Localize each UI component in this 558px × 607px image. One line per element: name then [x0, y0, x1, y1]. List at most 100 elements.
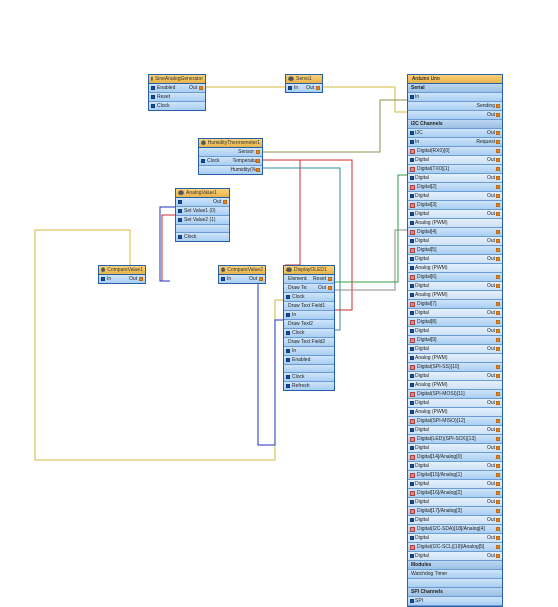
out-pin[interactable] — [496, 365, 500, 369]
out-pin[interactable] — [496, 230, 500, 234]
out-pin[interactable] — [496, 455, 500, 459]
out-pin[interactable] — [496, 347, 500, 351]
pin-row[interactable]: Out — [176, 198, 229, 207]
channel-row[interactable]: Digital[4] — [408, 228, 502, 237]
digital-row[interactable]: DigitalOut — [408, 327, 502, 336]
analog-row[interactable]: Analog (PWM) — [408, 264, 502, 273]
out-pin[interactable] — [496, 527, 500, 531]
out-pin[interactable] — [496, 194, 500, 198]
digital-row[interactable]: DigitalOut — [408, 516, 502, 525]
pin-row[interactable]: ClockTemperature — [199, 157, 262, 166]
digital-row[interactable]: DigitalOut — [408, 552, 502, 561]
out-pin[interactable] — [496, 140, 500, 144]
out-pin[interactable] — [316, 86, 320, 90]
node-compare2[interactable]: CompareValue2 InOut — [218, 265, 266, 284]
out-pin[interactable] — [496, 500, 500, 504]
out-pin[interactable] — [496, 104, 500, 108]
node-thermometer[interactable]: HumidityThermometer1 Sensor ClockTempera… — [198, 138, 263, 175]
out-pin[interactable] — [496, 212, 500, 216]
analog-row[interactable]: Analog (PWM) — [408, 291, 502, 300]
node-header[interactable]: SineAnalogGenerator — [149, 75, 205, 84]
digital-row[interactable]: DigitalOut — [408, 462, 502, 471]
out-pin[interactable] — [496, 392, 500, 396]
node-analog-value[interactable]: AnalogValue1 Out Set Value1 (0) Set Valu… — [175, 188, 230, 242]
digital-row[interactable]: DigitalOut — [408, 498, 502, 507]
out-pin[interactable] — [496, 509, 500, 513]
in-pin[interactable] — [178, 200, 182, 204]
digital-row[interactable]: DigitalOut — [408, 255, 502, 264]
pin-row[interactable]: Draw Text Field2 — [284, 338, 334, 347]
digital-row[interactable]: DigitalOut — [408, 399, 502, 408]
digital-row[interactable]: DigitalOut — [408, 192, 502, 201]
pin-row[interactable] — [176, 225, 229, 233]
channel-row[interactable]: Digital[5] — [408, 246, 502, 255]
channel-row[interactable]: Digital[3] — [408, 201, 502, 210]
out-pin[interactable] — [496, 113, 500, 117]
pin-row[interactable]: EnabledOut — [149, 84, 205, 93]
out-pin[interactable] — [496, 536, 500, 540]
pin-row[interactable]: Clock — [284, 293, 334, 302]
out-pin[interactable] — [496, 482, 500, 486]
channel-row[interactable]: Digital[8] — [408, 318, 502, 327]
pin-row[interactable]: Refresh — [284, 382, 334, 390]
out-pin[interactable] — [496, 248, 500, 252]
out-pin[interactable] — [496, 149, 500, 153]
channel-row[interactable]: Digital(LED)(SPI-SCK)[13] — [408, 435, 502, 444]
digital-row[interactable]: DigitalOut — [408, 237, 502, 246]
digital-row[interactable]: DigitalOut — [408, 372, 502, 381]
node-header[interactable]: Servo1 — [286, 75, 322, 84]
channel-row[interactable]: Digital[7] — [408, 300, 502, 309]
pin-row[interactable]: Sensor — [199, 148, 262, 157]
out-pin[interactable] — [259, 277, 263, 281]
digital-row[interactable]: DigitalOut — [408, 444, 502, 453]
digital-row[interactable]: DigitalOut — [408, 480, 502, 489]
channel-row[interactable]: Digital[6] — [408, 273, 502, 282]
out-pin[interactable] — [496, 176, 500, 180]
pin-row[interactable]: Clock — [284, 373, 334, 382]
out-pin[interactable] — [328, 277, 332, 281]
digital-row[interactable]: DigitalOut — [408, 210, 502, 219]
pin-row[interactable]: Set Value2 (1) — [176, 216, 229, 225]
analog-row[interactable]: Analog (PWM) — [408, 408, 502, 417]
out-pin[interactable] — [496, 185, 500, 189]
node-header[interactable]: CompareValue1 — [99, 266, 145, 275]
out-pin[interactable] — [496, 302, 500, 306]
out-pin[interactable] — [496, 518, 500, 522]
channel-row[interactable]: Digital(RX0)[0] — [408, 147, 502, 156]
out-pin[interactable] — [496, 554, 500, 558]
node-header[interactable]: CompareValue2 — [219, 266, 265, 275]
channel-row[interactable]: Digital(I2C-SDA)[18]/Analog[4] — [408, 525, 502, 534]
bottom-row[interactable]: SPI — [408, 597, 502, 606]
node-display[interactable]: DisplayOLED1 ElementsReset Draw Text1Out… — [283, 265, 335, 391]
i2c-row[interactable]: I2COut — [408, 129, 502, 138]
panel-header[interactable]: Arduino Uno — [408, 75, 502, 84]
pin-row[interactable]: In — [284, 347, 334, 356]
out-pin[interactable] — [256, 150, 260, 154]
i2c-row[interactable]: InRequest — [408, 138, 502, 147]
out-pin[interactable] — [496, 491, 500, 495]
pin-row[interactable]: Humidity(%) — [199, 166, 262, 174]
out-pin[interactable] — [496, 401, 500, 405]
serial-row[interactable]: In — [408, 93, 502, 102]
pin-row[interactable]: InOut — [99, 275, 145, 283]
bottom-row[interactable] — [408, 579, 502, 588]
out-pin[interactable] — [496, 239, 500, 243]
out-pin[interactable] — [199, 86, 203, 90]
pin-row[interactable]: Clock — [149, 102, 205, 110]
out-pin[interactable] — [496, 473, 500, 477]
pin-row[interactable]: Draw Text1Out — [284, 284, 334, 293]
out-pin[interactable] — [256, 159, 260, 163]
channel-row[interactable]: Digital(SPI-SS)[10] — [408, 363, 502, 372]
channel-row[interactable]: Digital[2] — [408, 183, 502, 192]
analog-row[interactable]: Analog (PWM) — [408, 354, 502, 363]
analog-row[interactable]: Analog (PWM) — [408, 219, 502, 228]
channel-row[interactable]: Digital(SPI-MOSI)[11] — [408, 390, 502, 399]
digital-row[interactable]: DigitalOut — [408, 534, 502, 543]
pin-row[interactable]: Clock — [284, 329, 334, 338]
pin-row[interactable]: InOut — [286, 84, 322, 92]
out-pin[interactable] — [496, 329, 500, 333]
out-pin[interactable] — [256, 168, 260, 172]
channel-row[interactable]: Digital[17]/Analog[3] — [408, 507, 502, 516]
pin-row[interactable]: Reset — [149, 93, 205, 102]
arduino-panel[interactable]: Arduino Uno Serial In Sending Out I2C Ch… — [407, 74, 503, 607]
